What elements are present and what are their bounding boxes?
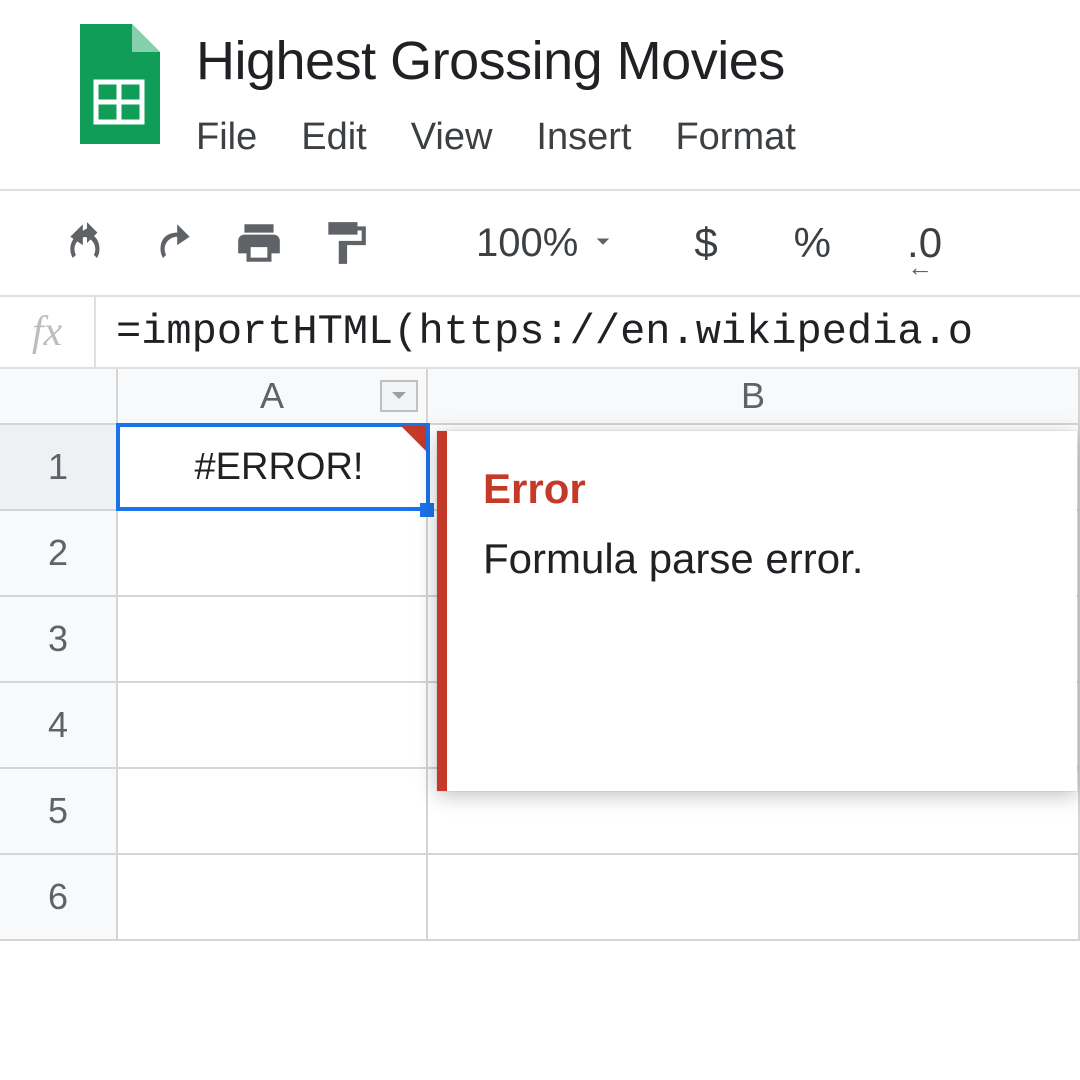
cell-b6[interactable] xyxy=(428,855,1080,939)
menu-bar: File Edit View Insert Format xyxy=(196,116,796,159)
undo-icon[interactable] xyxy=(62,218,112,268)
cell-a2[interactable] xyxy=(118,511,428,595)
toolbar: 100% $ % .0 ← xyxy=(0,189,1080,297)
row-header-6[interactable]: 6 xyxy=(0,855,118,939)
row-header-4[interactable]: 4 xyxy=(0,683,118,767)
row-header-1[interactable]: 1 xyxy=(0,425,118,509)
column-dropdown-icon[interactable] xyxy=(380,380,418,412)
decrease-decimal-button[interactable]: .0 ← xyxy=(907,219,942,267)
row-header-2[interactable]: 2 xyxy=(0,511,118,595)
format-percent-button[interactable]: % xyxy=(794,219,831,267)
spreadsheet-grid: A B 1 #ERROR! 2 3 4 5 xyxy=(0,369,1080,941)
error-indicator-icon xyxy=(400,425,426,451)
menu-insert[interactable]: Insert xyxy=(536,116,631,159)
chevron-down-icon xyxy=(588,221,618,266)
print-icon[interactable] xyxy=(234,218,284,268)
formula-input[interactable] xyxy=(96,297,1080,367)
zoom-dropdown[interactable]: 100% xyxy=(476,221,618,266)
cell-a3[interactable] xyxy=(118,597,428,681)
error-tooltip: Error Formula parse error. xyxy=(437,431,1077,791)
cell-a5[interactable] xyxy=(118,769,428,853)
formula-bar: fx xyxy=(0,297,1080,369)
fx-label: fx xyxy=(0,297,96,367)
cell-a6[interactable] xyxy=(118,855,428,939)
select-all-corner[interactable] xyxy=(0,369,118,423)
column-header-b[interactable]: B xyxy=(428,369,1080,423)
cell-value: #ERROR! xyxy=(132,446,426,489)
row-header-5[interactable]: 5 xyxy=(0,769,118,853)
column-header-a[interactable]: A xyxy=(118,369,428,423)
menu-view[interactable]: View xyxy=(411,116,493,159)
document-title[interactable]: Highest Grossing Movies xyxy=(196,30,796,92)
menu-edit[interactable]: Edit xyxy=(301,116,366,159)
selection-handle[interactable] xyxy=(420,503,434,517)
menu-file[interactable]: File xyxy=(196,116,257,159)
column-label: A xyxy=(260,375,284,417)
error-title: Error xyxy=(483,465,1041,513)
zoom-value: 100% xyxy=(476,221,578,266)
format-currency-button[interactable]: $ xyxy=(694,219,717,267)
column-label: B xyxy=(741,375,765,417)
arrow-left-icon: ← xyxy=(907,252,933,283)
sheets-app-icon[interactable] xyxy=(70,24,160,144)
row-header-3[interactable]: 3 xyxy=(0,597,118,681)
menu-format[interactable]: Format xyxy=(675,116,795,159)
error-message: Formula parse error. xyxy=(483,535,1041,583)
cell-a4[interactable] xyxy=(118,683,428,767)
paint-format-icon[interactable] xyxy=(320,218,370,268)
redo-icon[interactable] xyxy=(148,218,198,268)
cell-a1[interactable]: #ERROR! xyxy=(118,425,428,509)
